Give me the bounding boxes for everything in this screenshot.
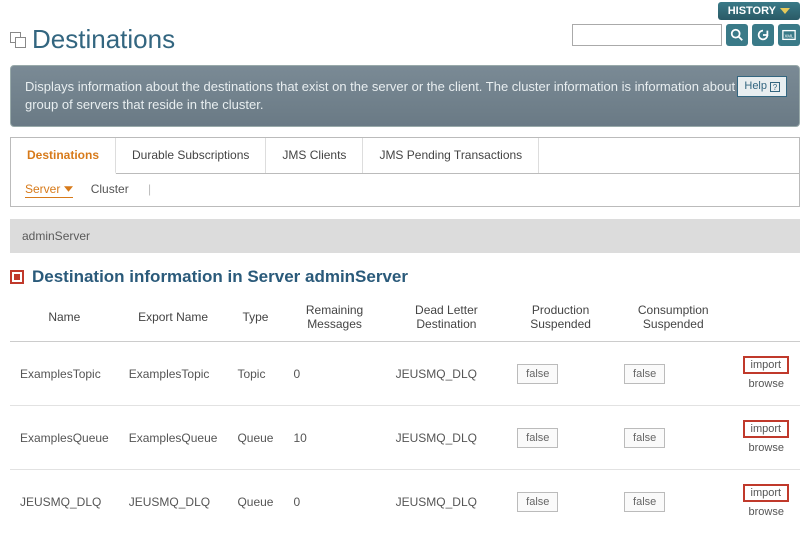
collapse-toggle[interactable] [10, 270, 24, 284]
table-row: ExamplesQueueExamplesQueueQueue10JEUSMQ_… [10, 406, 800, 470]
subtab-label: Server [25, 182, 60, 196]
destinations-table: Name Export Name Type Remaining Messages… [10, 293, 800, 533]
cell-actions: import browse [733, 470, 801, 533]
status-badge: false [624, 428, 665, 448]
cell-name: ExamplesTopic [10, 342, 119, 406]
cell-name: JEUSMQ_DLQ [10, 470, 119, 533]
info-banner: Displays information about the destinati… [10, 65, 800, 127]
chevron-down-icon [780, 8, 790, 14]
status-badge: false [517, 364, 558, 384]
status-badge: false [517, 428, 558, 448]
cell-remaining: 10 [283, 406, 385, 470]
cell-dld: JEUSMQ_DLQ [386, 406, 508, 470]
import-button[interactable]: import [743, 484, 790, 502]
col-name: Name [10, 293, 119, 342]
cell-export-name: ExamplesTopic [119, 342, 228, 406]
cell-remaining: 0 [283, 470, 385, 533]
help-label: Help [744, 79, 767, 94]
cell-prod-susp: false [507, 342, 614, 406]
cell-actions: import browse [733, 342, 801, 406]
cell-dld: JEUSMQ_DLQ [386, 342, 508, 406]
cell-cons-susp: false [614, 342, 732, 406]
col-remaining: Remaining Messages [283, 293, 385, 342]
cell-type: Queue [227, 470, 283, 533]
cell-cons-susp: false [614, 470, 732, 533]
cell-export-name: JEUSMQ_DLQ [119, 470, 228, 533]
cell-dld: JEUSMQ_DLQ [386, 470, 508, 533]
col-export-name: Export Name [119, 293, 228, 342]
main-tabs: Destinations Durable Subscriptions JMS C… [11, 138, 799, 174]
cell-cons-susp: false [614, 406, 732, 470]
tab-destinations[interactable]: Destinations [11, 138, 116, 174]
tab-jms-clients[interactable]: JMS Clients [266, 138, 363, 173]
search-icon [730, 28, 744, 42]
section-title: Destination information in Server adminS… [32, 267, 408, 287]
info-banner-text: Displays information about the destinati… [25, 79, 757, 112]
cell-prod-susp: false [507, 470, 614, 533]
status-badge: false [624, 364, 665, 384]
table-row: JEUSMQ_DLQJEUSMQ_DLQQueue0JEUSMQ_DLQfals… [10, 470, 800, 533]
cell-prod-susp: false [507, 406, 614, 470]
col-cons-susp: Consumption Suspended [614, 293, 732, 342]
cell-type: Topic [227, 342, 283, 406]
browse-button[interactable]: browse [743, 441, 790, 455]
import-button[interactable]: import [743, 420, 790, 438]
table-row: ExamplesTopicExamplesTopicTopic0JEUSMQ_D… [10, 342, 800, 406]
history-label: HISTORY [728, 5, 776, 17]
page-title-text: Destinations [32, 24, 175, 55]
page-title: Destinations [10, 24, 175, 55]
tab-label: Destinations [27, 148, 99, 162]
help-icon: ? [770, 82, 780, 92]
browse-button[interactable]: browse [743, 505, 790, 519]
tab-label: JMS Pending Transactions [379, 148, 522, 162]
cell-type: Queue [227, 406, 283, 470]
cell-remaining: 0 [283, 342, 385, 406]
status-badge: false [517, 492, 558, 512]
col-actions [733, 293, 801, 342]
import-button[interactable]: import [743, 356, 790, 374]
tab-durable-subscriptions[interactable]: Durable Subscriptions [116, 138, 266, 173]
cell-actions: import browse [733, 406, 801, 470]
svg-text:?: ? [773, 83, 778, 92]
subtab-cluster[interactable]: Cluster [91, 182, 129, 196]
xml-icon: XML [782, 28, 796, 42]
col-dld: Dead Letter Destination [386, 293, 508, 342]
reload-button[interactable] [752, 24, 774, 46]
col-prod-susp: Production Suspended [507, 293, 614, 342]
chevron-down-icon [64, 186, 73, 192]
tab-label: Durable Subscriptions [132, 148, 249, 162]
history-button[interactable]: HISTORY [718, 2, 800, 20]
search-button[interactable] [726, 24, 748, 46]
reload-icon [756, 28, 770, 42]
svg-text:XML: XML [785, 34, 795, 39]
sub-tabs: Server Cluster | [11, 174, 799, 206]
tab-jms-pending-transactions[interactable]: JMS Pending Transactions [363, 138, 539, 173]
export-xml-button[interactable]: XML [778, 24, 800, 46]
col-type: Type [227, 293, 283, 342]
cell-export-name: ExamplesQueue [119, 406, 228, 470]
divider: | [148, 182, 151, 196]
help-button[interactable]: Help ? [737, 76, 787, 97]
browse-button[interactable]: browse [743, 377, 790, 391]
context-server-name: adminServer [22, 229, 90, 243]
search-input[interactable] [572, 24, 722, 46]
destinations-icon [10, 32, 26, 48]
subtab-label: Cluster [91, 182, 129, 196]
subtab-server[interactable]: Server [25, 182, 73, 198]
context-bar: adminServer [10, 219, 800, 253]
cell-name: ExamplesQueue [10, 406, 119, 470]
tab-label: JMS Clients [282, 148, 346, 162]
status-badge: false [624, 492, 665, 512]
